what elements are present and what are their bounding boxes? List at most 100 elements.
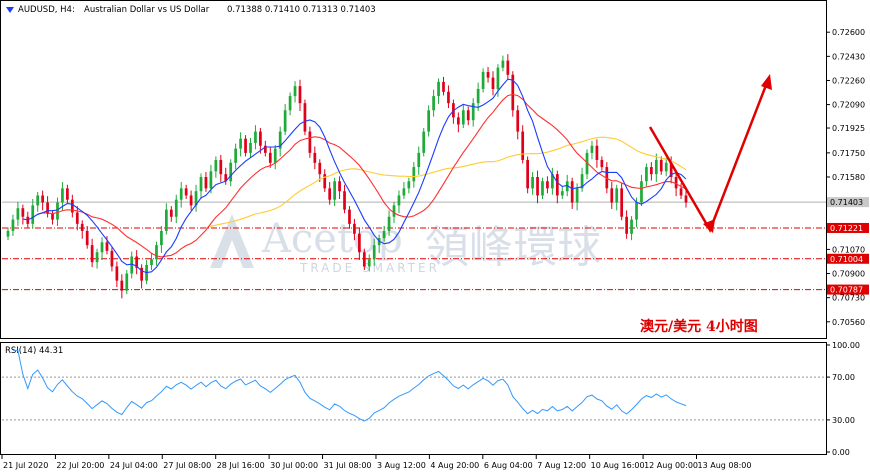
candle-body: [174, 199, 178, 217]
price-tick-label: 0.70900: [832, 270, 865, 279]
candle-body: [615, 188, 619, 203]
candle-body: [461, 110, 465, 125]
watermark-brand-en: Acetop: [261, 216, 403, 262]
candle-body: [422, 131, 426, 153]
time-tick-label: 27 Jul 08:00: [163, 461, 211, 470]
time-tick-label: 13 Aug 08:00: [698, 461, 752, 470]
candle-body: [526, 159, 529, 189]
time-tick-label: 7 Aug 12:00: [537, 461, 586, 470]
candle-body: [80, 223, 84, 231]
candle-body: [204, 177, 208, 189]
candle-body: [442, 81, 445, 92]
candle-body: [313, 152, 317, 163]
candle-body: [362, 252, 366, 267]
time-tick-label: 3 Aug 12:00: [377, 461, 426, 470]
candle-body: [11, 219, 15, 231]
candle-body: [6, 230, 10, 237]
candle-body: [333, 181, 336, 200]
price-tick-label: 0.71070: [832, 245, 865, 254]
candle-body: [560, 191, 564, 196]
candle-body: [318, 162, 322, 175]
candle-body: [367, 259, 371, 267]
candle-body: [397, 195, 401, 206]
candle-body: [249, 142, 252, 153]
chart-annotation: 澳元/美元 4小时图: [640, 318, 758, 335]
candle-body: [214, 159, 218, 172]
candle-body: [234, 148, 238, 163]
candle-body: [51, 213, 54, 220]
candle-body: [679, 188, 683, 196]
candle-body: [506, 60, 510, 75]
candle-body: [85, 230, 89, 246]
price-tick-label: 0.72600: [832, 28, 865, 37]
candle-body: [90, 245, 94, 263]
candle-body: [36, 195, 40, 206]
rsi-tick-label: 100.00: [832, 341, 860, 350]
candle-body: [323, 174, 327, 189]
time-tick-label: 6 Aug 04:00: [484, 461, 533, 470]
rsi-tick-label: 30.00: [832, 416, 855, 425]
candle-body: [125, 273, 129, 291]
candle-body: [61, 188, 64, 203]
candle-body: [66, 188, 69, 200]
candle-body: [239, 138, 242, 149]
rsi-panel-frame: [0, 342, 827, 455]
candle-body: [56, 202, 59, 220]
candle-body: [16, 208, 20, 220]
candle-body: [382, 230, 386, 239]
candle-body: [456, 117, 460, 125]
candle-body: [649, 167, 653, 175]
time-tick-label: 28 Jul 16:00: [217, 461, 265, 470]
candle-body: [491, 77, 495, 89]
candle-body: [407, 181, 411, 189]
candle-body: [100, 242, 104, 253]
candle-body: [273, 148, 277, 163]
candle-body: [244, 138, 247, 153]
candle-body: [630, 219, 633, 234]
candle-body: [590, 145, 594, 153]
candle-body: [541, 181, 544, 196]
time-tick-label: 12 Aug 00:00: [644, 461, 698, 470]
candle-body: [481, 71, 485, 89]
candle-body: [654, 159, 658, 175]
candle-body: [402, 188, 406, 196]
candle-body: [372, 245, 376, 260]
candle-body: [165, 209, 168, 231]
candle-body: [387, 216, 391, 231]
candle-body: [546, 181, 549, 189]
candle-body: [219, 159, 223, 175]
header-symbol: AUDUSD, H4:: [18, 5, 75, 15]
candle-body: [209, 171, 213, 189]
candle-body: [600, 159, 604, 168]
candle-body: [501, 60, 505, 68]
rsi-label: RSI(14) 44.31: [5, 346, 63, 356]
candle-body: [308, 131, 312, 153]
price-tick-label: 0.70560: [832, 318, 865, 327]
price-tick-label: 0.71750: [832, 149, 865, 158]
header-description: Australian Dollar vs US Dollar: [84, 5, 210, 15]
candle-body: [432, 96, 435, 111]
candle-body: [105, 242, 109, 251]
candle-body: [664, 162, 668, 172]
time-tick-label: 30 Jul 00:00: [270, 461, 318, 470]
candle-body: [199, 177, 203, 192]
candle-body: [595, 145, 599, 160]
price-axis: 0.72600 0.72430 0.72260 0.72090 0.71925 0.717…: [826, 28, 865, 327]
price-tick-label: 0.72260: [832, 76, 865, 85]
candle-body: [684, 195, 688, 203]
candle-body: [283, 110, 287, 132]
candle-body: [303, 103, 307, 132]
candle-body: [160, 230, 163, 246]
candle-body: [427, 110, 431, 132]
candle-body: [120, 280, 124, 291]
candle-body: [110, 250, 114, 267]
candle-body: [635, 202, 638, 220]
candle-body: [46, 202, 49, 214]
candle-body: [659, 159, 663, 172]
candle-body: [75, 212, 79, 224]
candle-body: [570, 181, 574, 203]
time-axis: 21 Jul 2020 22 Jul 20:00 24 Jul 04:00 27 Ju…: [1, 455, 752, 470]
candle-body: [674, 177, 678, 189]
candle-body: [254, 131, 257, 143]
candle-body: [392, 205, 396, 217]
